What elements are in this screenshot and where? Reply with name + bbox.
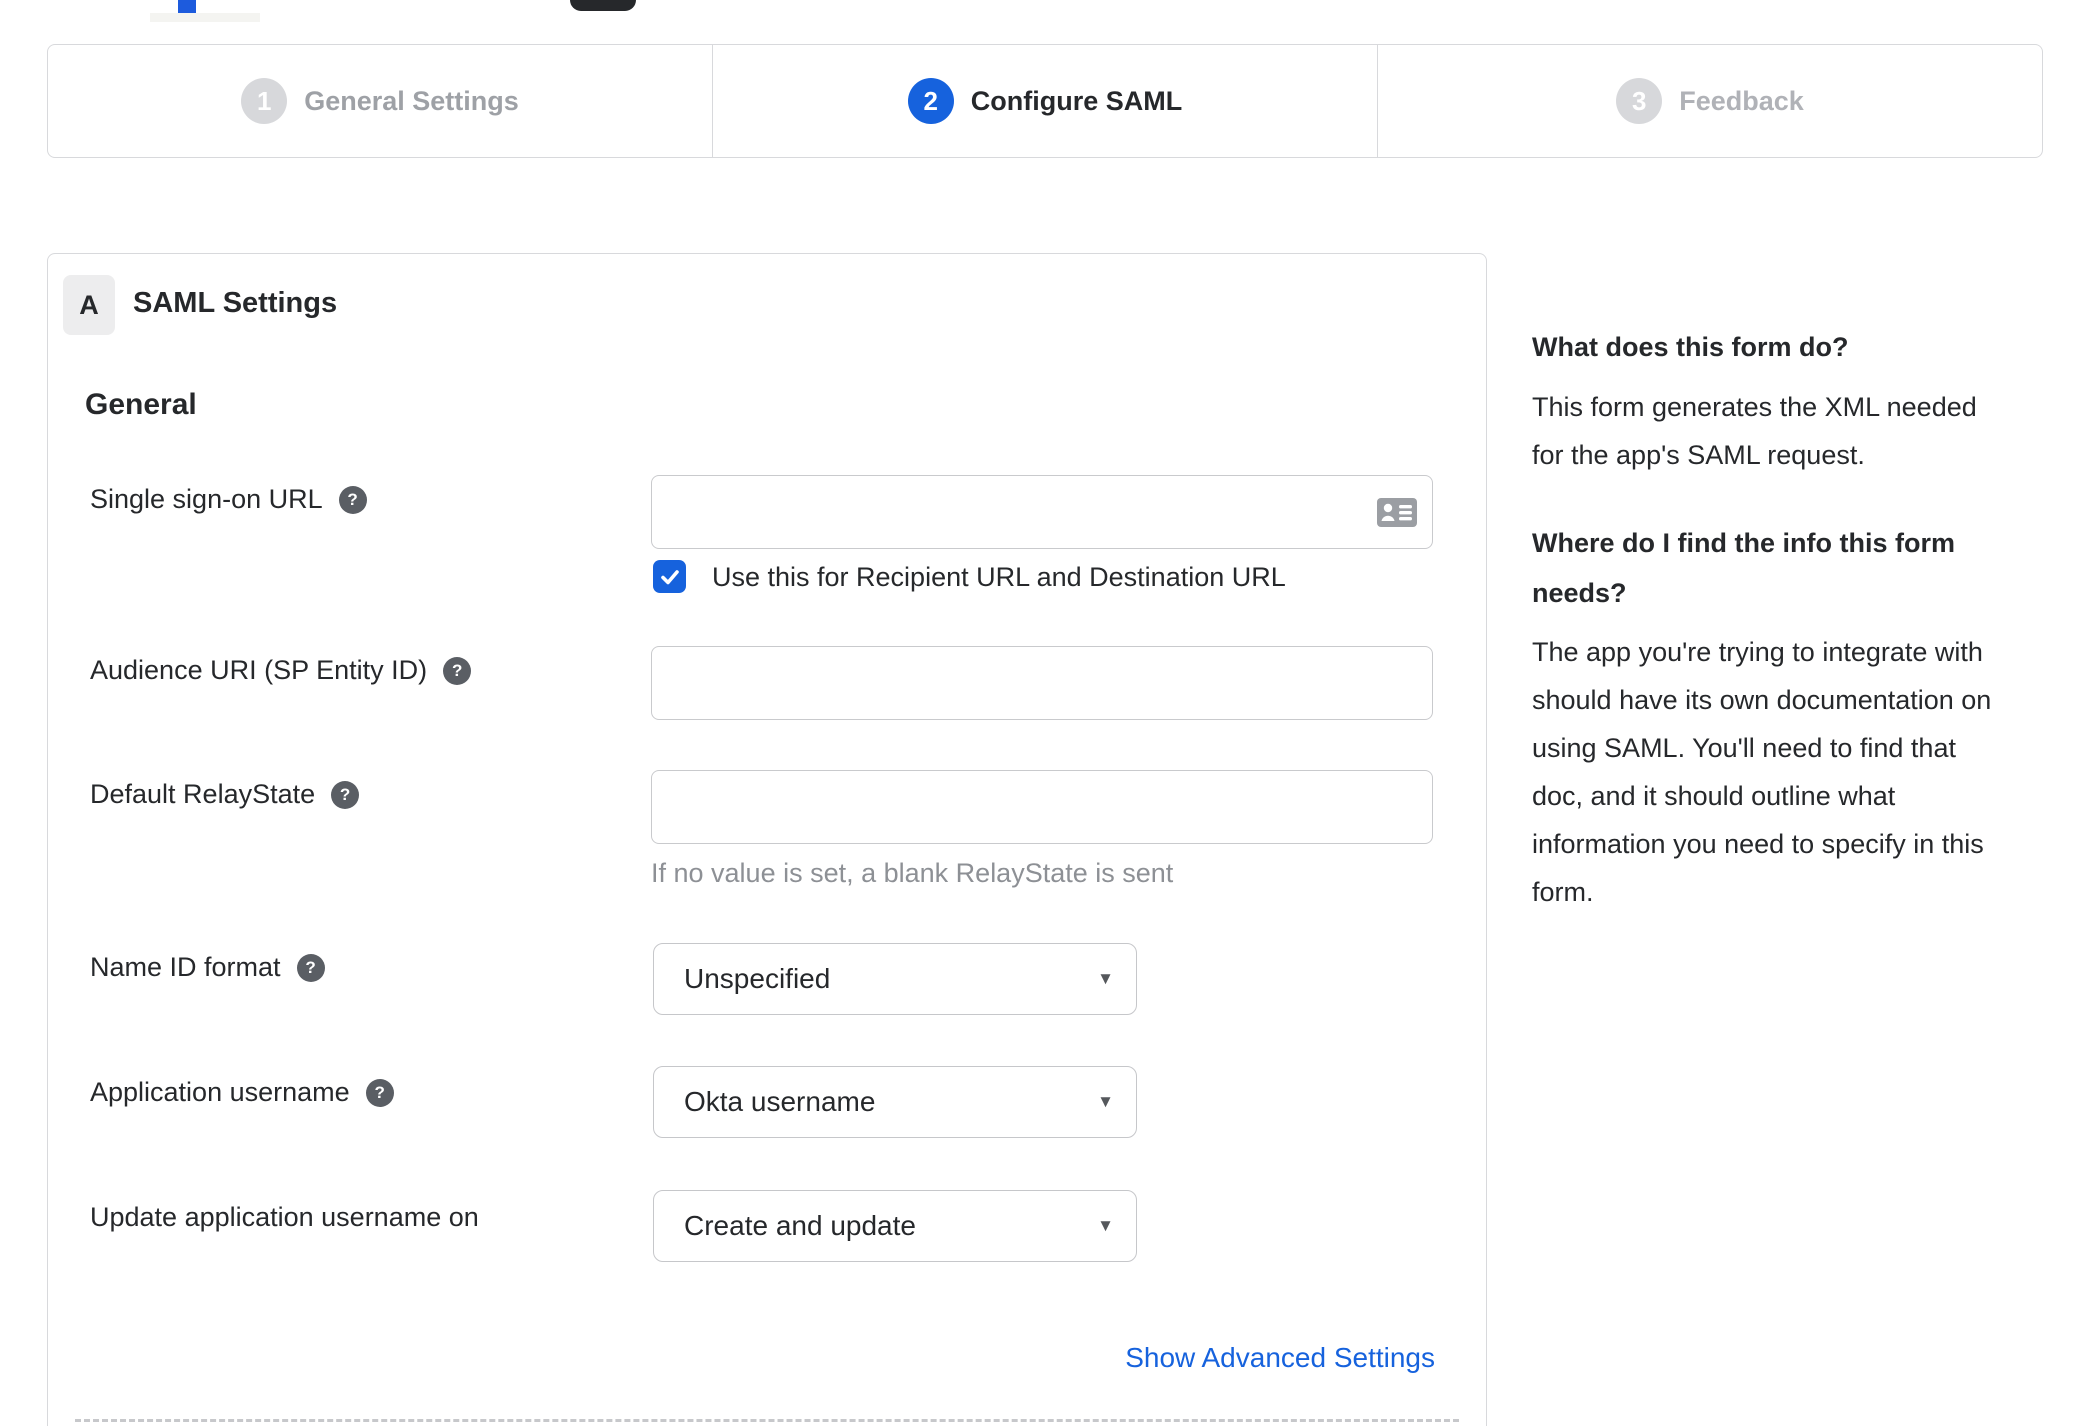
configure-saml-page: 1 General Settings 2 Configure SAML 3 Fe… — [0, 0, 2092, 1426]
appusername-label-row: Application username ? — [90, 1077, 394, 1108]
section-badge-letter: A — [79, 289, 99, 320]
wizard-step-feedback[interactable]: 3 Feedback — [1377, 45, 2042, 157]
step-3-number: 3 — [1631, 85, 1647, 116]
updateusername-select-value: Create and update — [684, 1210, 916, 1241]
appusername-label: Application username — [90, 1077, 350, 1107]
sso-url-input[interactable] — [651, 475, 1433, 549]
contact-card-icon[interactable] — [1377, 498, 1417, 532]
section-badge: A — [63, 275, 115, 335]
group-title: General — [85, 388, 197, 421]
chevron-down-icon: ▼ — [1097, 1216, 1114, 1235]
relaystate-label-row: Default RelayState ? — [90, 779, 360, 810]
audience-uri-label-row: Audience URI (SP Entity ID) ? — [90, 655, 472, 686]
audience-uri-help-icon[interactable]: ? — [443, 656, 472, 685]
recipient-url-checkbox-label: Use this for Recipient URL and Destinati… — [712, 562, 1286, 592]
chevron-down-icon: ▼ — [1097, 1092, 1114, 1111]
updateusername-label-row: Update application username on — [90, 1202, 479, 1233]
step-3-circle: 3 — [1616, 78, 1663, 124]
wizard-step-bar: 1 General Settings 2 Configure SAML 3 Fe… — [47, 44, 2043, 158]
relaystate-help-icon[interactable]: ? — [331, 780, 360, 809]
cutoff-blue-element — [178, 0, 196, 13]
audience-uri-input[interactable] — [651, 646, 1433, 720]
updateusername-select[interactable]: Create and update ▼ — [653, 1190, 1137, 1262]
nameid-select[interactable]: Unspecified ▼ — [653, 943, 1137, 1015]
nameid-label: Name ID format — [90, 952, 281, 982]
sidebar-heading-where: Where do I find the info this form needs… — [1532, 528, 1955, 608]
step-2-label: Configure SAML — [970, 85, 1183, 116]
chevron-down-icon: ▼ — [1097, 969, 1114, 988]
sidebar-paragraph-what: This form generates the XML needed for t… — [1532, 392, 1977, 470]
wizard-step-configure-saml[interactable]: 2 Configure SAML — [712, 45, 1377, 157]
checkmark-icon — [660, 569, 679, 584]
step-1-label: General Settings — [304, 85, 519, 116]
nameid-label-row: Name ID format ? — [90, 952, 325, 983]
step-3-label: Feedback — [1679, 85, 1804, 116]
step-1-number: 1 — [256, 85, 272, 116]
cutoff-faint-element — [150, 13, 260, 22]
step-2-number: 2 — [923, 85, 938, 116]
step-1-circle: 1 — [241, 78, 288, 124]
step-2-circle: 2 — [907, 78, 954, 124]
appusername-select-value: Okta username — [684, 1086, 876, 1117]
sso-url-input-wrap — [651, 475, 1433, 549]
relaystate-input[interactable] — [651, 770, 1433, 844]
nameid-select-value: Unspecified — [684, 963, 831, 994]
audience-uri-label: Audience URI (SP Entity ID) — [90, 655, 428, 685]
wizard-step-general-settings[interactable]: 1 General Settings — [48, 45, 712, 157]
sso-url-label-row: Single sign-on URL ? — [90, 484, 367, 515]
sidebar-paragraph-where: The app you're trying to integrate with … — [1532, 637, 1992, 907]
relaystate-helper-text: If no value is set, a blank RelayState i… — [651, 858, 1174, 888]
show-advanced-settings-link[interactable]: Show Advanced Settings — [1125, 1342, 1435, 1374]
sso-url-help-icon[interactable]: ? — [338, 485, 367, 514]
appusername-select[interactable]: Okta username ▼ — [653, 1066, 1137, 1138]
sidebar-heading-what: What does this form do? — [1532, 332, 1849, 362]
appusername-help-icon[interactable]: ? — [365, 1078, 394, 1107]
panel-title: SAML Settings — [133, 287, 338, 319]
updateusername-label: Update application username on — [90, 1202, 479, 1232]
section-divider — [75, 1419, 1459, 1422]
sso-url-label: Single sign-on URL — [90, 484, 323, 514]
relaystate-label: Default RelayState — [90, 779, 316, 809]
nameid-help-icon[interactable]: ? — [296, 953, 325, 982]
cutoff-dark-element — [570, 0, 636, 11]
recipient-url-checkbox[interactable] — [653, 560, 686, 593]
